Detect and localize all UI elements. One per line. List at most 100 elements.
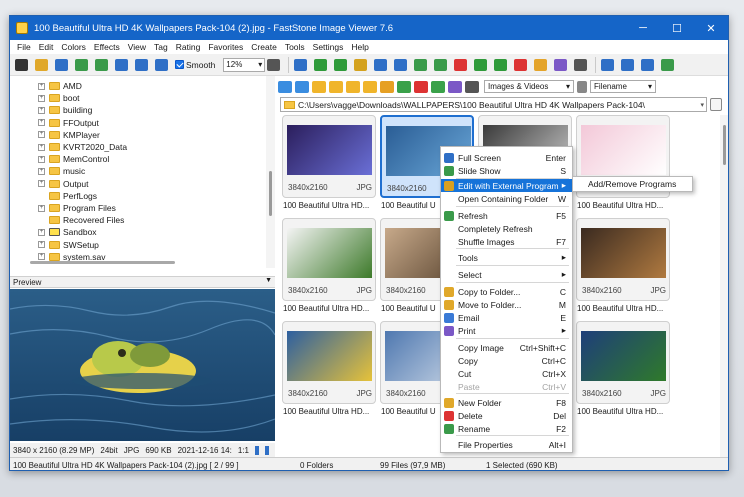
expand-icon[interactable]: + (38, 167, 45, 175)
menu-view[interactable]: View (124, 42, 150, 52)
tree-scrollbar[interactable] (266, 76, 275, 268)
open-icon[interactable] (13, 56, 30, 73)
tree-item[interactable]: PerfLogs (38, 190, 97, 202)
clone-icon[interactable] (412, 56, 429, 73)
tree-item[interactable]: + music (38, 165, 85, 177)
thumbnail-frame[interactable]: 3840x2160 JPG (282, 218, 376, 301)
context-menu-item[interactable]: Completely Refresh (441, 222, 572, 235)
context-menu-item[interactable]: Slide Show S (441, 164, 572, 177)
context-menu-item[interactable]: Shuffle Images F7 (441, 235, 572, 248)
menu-rating[interactable]: Rating (172, 42, 205, 52)
context-menu-item[interactable]: Email E (441, 311, 572, 324)
tree-item[interactable]: + SWSetup (38, 239, 99, 251)
context-menu-item[interactable]: Cut Ctrl+X (441, 367, 572, 380)
expand-icon[interactable]: + (38, 204, 45, 212)
fullscreen-icon[interactable] (264, 445, 269, 455)
menu-effects[interactable]: Effects (90, 42, 124, 52)
red-eye-icon[interactable] (392, 56, 409, 73)
thumbnail[interactable]: 3840x2160JPG100 Beautiful Ultra HD... (574, 115, 670, 213)
tag-icon[interactable] (431, 80, 445, 93)
thumbs-scrollbar[interactable] (720, 115, 728, 457)
tree-item[interactable]: + boot (38, 92, 80, 104)
thumbnail[interactable]: 3840x2160JPG100 Beautiful Ultra HD... (280, 321, 376, 419)
draw-icon[interactable] (512, 56, 529, 73)
brightness-icon[interactable] (372, 56, 389, 73)
context-menu-item[interactable]: Print ▸ (441, 324, 572, 337)
image-2-icon[interactable] (93, 56, 110, 73)
back-icon[interactable] (278, 80, 292, 93)
sort-icon[interactable] (577, 80, 587, 93)
compare-icon[interactable] (472, 56, 489, 73)
menu-tag[interactable]: Tag (150, 42, 172, 52)
menu-colors[interactable]: Colors (57, 42, 90, 52)
resize-icon[interactable] (312, 56, 329, 73)
close-button[interactable]: ✕ (694, 16, 728, 40)
hand-icon[interactable] (265, 56, 282, 73)
save-icon[interactable] (53, 56, 70, 73)
thumbnail-frame[interactable]: 3840x2160 JPG (282, 115, 376, 198)
delete-icon[interactable] (414, 80, 428, 93)
context-menu-item[interactable]: Copy Ctrl+C (441, 354, 572, 367)
expand-icon[interactable]: + (38, 180, 45, 188)
expand-icon[interactable]: + (38, 82, 45, 90)
tree-item[interactable]: + MemControl (38, 153, 109, 165)
submenu-item-add-remove-programs[interactable]: Add/Remove Programs (588, 179, 676, 189)
thumbs-scroll-thumb[interactable] (723, 125, 726, 165)
menu-tools[interactable]: Tools (281, 42, 309, 52)
expand-icon[interactable]: + (38, 241, 45, 249)
print-icon[interactable] (552, 56, 569, 73)
scan-icon[interactable] (572, 56, 589, 73)
fullscreen-icon[interactable] (659, 56, 676, 73)
context-menu-item[interactable]: Full Screen Enter (441, 151, 572, 164)
path-bar[interactable]: C:\Users\vagge\Downloads\WALLPAPERS\100 … (280, 97, 707, 112)
folder-2-icon[interactable] (346, 80, 360, 93)
expand-icon[interactable]: + (38, 253, 45, 261)
filter-icon[interactable] (465, 80, 479, 93)
expand-icon[interactable]: + (38, 131, 45, 139)
context-menu-item[interactable]: Move to Folder... M (441, 298, 572, 311)
slideshow-icon[interactable] (492, 56, 509, 73)
tree-item[interactable]: + Program Files (38, 202, 116, 214)
tree-item[interactable]: + KMPlayer (38, 129, 100, 141)
zoom-select[interactable]: 12% ▾ (223, 57, 266, 72)
menu-settings[interactable]: Settings (309, 42, 348, 52)
tree-item[interactable]: + building (38, 104, 92, 116)
thumbnail-frame[interactable]: 3840x2160 JPG (576, 218, 670, 301)
minimize-button[interactable]: ─ (626, 16, 660, 40)
dropdown-arrow-icon[interactable]: ▾ (700, 101, 704, 109)
thumbnail-frame[interactable]: 3840x2160 JPG (576, 321, 670, 404)
history-icon[interactable] (710, 98, 722, 111)
parent-folder-icon[interactable] (312, 80, 326, 93)
image-icon[interactable] (73, 56, 90, 73)
maximize-button[interactable]: ☐ (660, 16, 694, 40)
layout-3-icon[interactable] (639, 56, 656, 73)
thumbnail[interactable]: 3840x2160JPG100 Beautiful Ultra HD... (574, 321, 670, 419)
refresh-icon[interactable] (397, 80, 411, 93)
expand-icon[interactable]: + (38, 155, 45, 163)
zoom-in-icon[interactable] (113, 56, 130, 73)
thumbnail-frame[interactable]: 3840x2160 JPG (282, 321, 376, 404)
layout-1-icon[interactable] (599, 56, 616, 73)
context-menu-item[interactable]: Copy Image Ctrl+Shift+C (441, 341, 572, 354)
tree-item[interactable]: Recovered Files (38, 214, 124, 226)
expand-icon[interactable]: + (38, 106, 45, 114)
folder-open-icon[interactable] (33, 56, 50, 73)
layout-2-icon[interactable] (619, 56, 636, 73)
menu-favorites[interactable]: Favorites (204, 42, 247, 52)
color-icon[interactable] (352, 56, 369, 73)
context-menu-item[interactable]: Copy to Folder... C (441, 285, 572, 298)
tree-item[interactable]: + KVRT2020_Data (38, 141, 127, 153)
context-menu-item[interactable]: Refresh F5 (441, 209, 572, 222)
email-icon[interactable] (532, 56, 549, 73)
context-menu-item[interactable]: New Folder F8 (441, 396, 572, 409)
fit-icon[interactable] (254, 445, 259, 455)
rotate-right-icon[interactable] (452, 56, 469, 73)
tree-scroll-thumb[interactable] (269, 171, 272, 216)
zoom-out-icon[interactable] (133, 56, 150, 73)
thumbnail[interactable]: 3840x2160JPG100 Beautiful Ultra HD... (280, 218, 376, 316)
thumbnail[interactable]: 3840x2160JPG100 Beautiful Ultra HD... (574, 218, 670, 316)
tree-item[interactable]: + Output (38, 178, 89, 190)
filter-select[interactable]: Images & Videos ▾ (484, 80, 574, 93)
menu-file[interactable]: File (13, 42, 35, 52)
expand-icon[interactable]: + (38, 228, 45, 236)
